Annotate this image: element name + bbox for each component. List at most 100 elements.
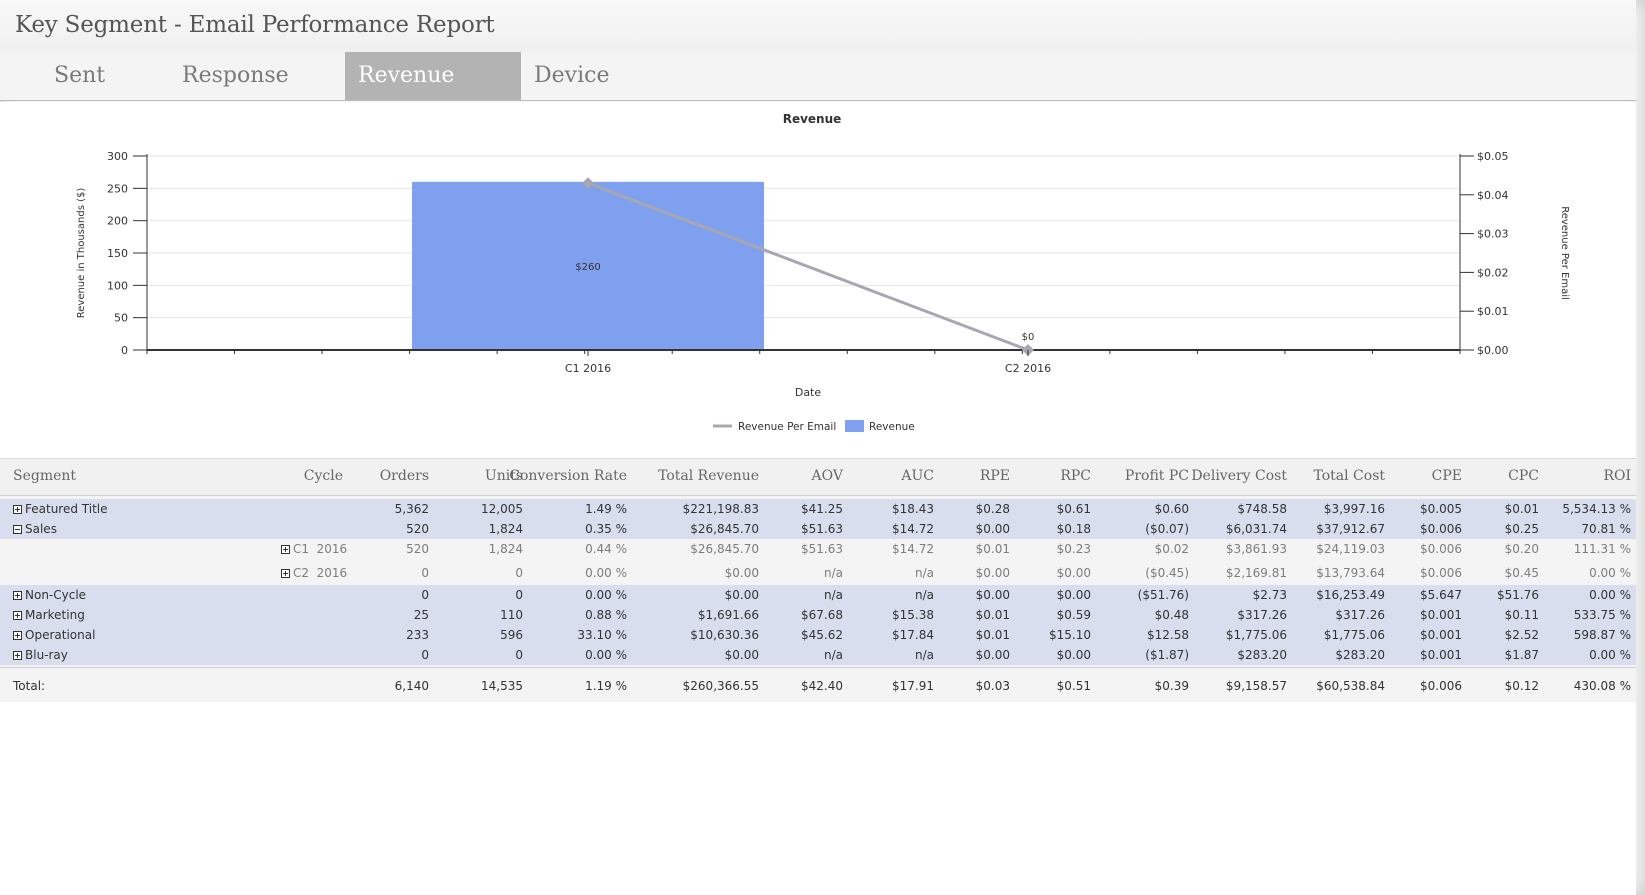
- expand-icon[interactable]: [13, 611, 22, 620]
- expand-icon[interactable]: [281, 569, 290, 578]
- table-cell: 0.00 %: [1589, 648, 1631, 662]
- table-cell: ($1.87): [1145, 648, 1189, 662]
- table-cell: $0.00: [724, 566, 759, 580]
- column-header[interactable]: Cycle: [304, 468, 343, 484]
- table-cell: $0.03: [975, 679, 1010, 693]
- segment-name: Operational: [13, 628, 95, 642]
- y2-tick-label: $0.02: [1477, 266, 1509, 279]
- table-cell: 5,362: [394, 502, 429, 516]
- table-cell: $1,691.66: [697, 608, 759, 622]
- table-cell: $0.01: [1504, 502, 1539, 516]
- table-cell: $13,793.64: [1316, 566, 1385, 580]
- table-cell: $0.00: [975, 648, 1010, 662]
- table-cell: $0.02: [1154, 542, 1189, 556]
- expand-icon[interactable]: [281, 545, 290, 554]
- table-cell: ($0.07): [1145, 522, 1189, 536]
- table-cell: $0.00: [1056, 588, 1091, 602]
- table-cell: $42.40: [801, 679, 843, 693]
- y-tick-label: 300: [107, 150, 128, 163]
- segment-row: Sales 520 1,824 0.35 % $26,845.70 $51.63 $14.7…: [0, 519, 1636, 539]
- column-header[interactable]: Conversion Rate: [509, 468, 627, 484]
- table-cell: 520: [406, 522, 429, 536]
- column-header[interactable]: Orders: [380, 468, 429, 484]
- expand-icon[interactable]: [13, 631, 22, 640]
- title-bar: Key Segment - Email Performance Report: [0, 0, 1636, 52]
- table-cell: $1.87: [1504, 648, 1539, 662]
- table-cell: $51.76: [1497, 588, 1539, 602]
- table-cell: $0.60: [1154, 502, 1189, 516]
- y-axis-title: Revenue in Thousands ($): [76, 188, 87, 319]
- table-cell: $26,845.70: [690, 542, 759, 556]
- tab-bar: Sent Response Revenue Device: [0, 52, 1636, 101]
- column-header[interactable]: AOV: [812, 468, 843, 484]
- column-header[interactable]: Segment: [13, 468, 76, 484]
- table-cell: $0.00: [724, 648, 759, 662]
- column-header[interactable]: ROI: [1603, 468, 1631, 484]
- table-cell: 70.81 %: [1581, 522, 1631, 536]
- table-cell: $0.001: [1420, 608, 1462, 622]
- segment-name: Blu-ray: [13, 648, 68, 662]
- table-cell: $1,775.06: [1225, 628, 1287, 642]
- y-tick-label: 0: [121, 344, 128, 357]
- column-header[interactable]: CPC: [1508, 468, 1539, 484]
- cycle-name: C2 2016: [281, 566, 347, 580]
- table-cell: $6,031.74: [1225, 522, 1287, 536]
- tab-sent[interactable]: Sent: [0, 52, 138, 100]
- table-cell: 233: [406, 628, 429, 642]
- y2-tick-label: $0.03: [1477, 228, 1509, 241]
- column-header[interactable]: AUC: [901, 468, 934, 484]
- total-label: Total:: [13, 679, 46, 693]
- column-header[interactable]: CPE: [1432, 468, 1462, 484]
- expand-icon[interactable]: [13, 651, 22, 660]
- table-cell: 0.00 %: [585, 566, 627, 580]
- table-cell: 0.00 %: [1589, 566, 1631, 580]
- table-cell: $0.00: [975, 522, 1010, 536]
- y-tick-label: 200: [107, 215, 128, 228]
- y2-tick-label: $0.01: [1477, 305, 1509, 318]
- tab-response[interactable]: Response: [138, 52, 345, 100]
- tab-revenue[interactable]: Revenue: [345, 52, 521, 100]
- report-title: Key Segment - Email Performance Report: [15, 12, 495, 38]
- table-cell: $9,158.57: [1225, 679, 1287, 693]
- table-cell: 25: [413, 608, 429, 622]
- table-cell: 0.44 %: [585, 542, 627, 556]
- segment-name: Marketing: [13, 608, 85, 622]
- segment-label: Non-Cycle: [25, 588, 87, 602]
- bar-data-label: $260: [575, 262, 600, 273]
- table-cell: $283.20: [1237, 648, 1287, 662]
- column-header[interactable]: RPE: [980, 468, 1010, 484]
- table-cell: $0.25: [1504, 522, 1539, 536]
- segment-label: Operational: [25, 628, 96, 642]
- table-cell: $0.51: [1056, 679, 1091, 693]
- revenue-chart-svg: Revenue 0 50 100 150 200 250 300 $0.00 $0.01 $0.02…: [76, 112, 1570, 433]
- table-cell: n/a: [914, 648, 934, 662]
- column-header[interactable]: Total Revenue: [658, 468, 759, 484]
- table-cell: $14.72: [892, 542, 934, 556]
- tab-device[interactable]: Device: [521, 52, 671, 100]
- table-cell: $0.00: [975, 566, 1010, 580]
- segment-label: Featured Title: [25, 502, 108, 516]
- table-cell: $0.00: [724, 588, 759, 602]
- column-header[interactable]: Delivery Cost: [1191, 468, 1287, 484]
- column-header[interactable]: Profit PC: [1125, 468, 1189, 484]
- column-header[interactable]: Total Cost: [1313, 468, 1385, 484]
- expand-icon[interactable]: [13, 505, 22, 514]
- table-cell: $2.52: [1504, 628, 1539, 642]
- table-cell: $14.72: [892, 522, 934, 536]
- table-cell: $0.006: [1420, 679, 1462, 693]
- table-cell: 110: [500, 608, 523, 622]
- column-header[interactable]: RPC: [1060, 468, 1091, 484]
- table-cell: n/a: [914, 588, 934, 602]
- table-cell: ($0.45): [1145, 566, 1189, 580]
- table-cell: $37,912.67: [1316, 522, 1385, 536]
- table-cell: $317.26: [1335, 608, 1385, 622]
- table-cell: 0: [421, 588, 429, 602]
- table-cell: 1.19 %: [585, 679, 627, 693]
- table-cell: 1.49 %: [585, 502, 627, 516]
- table-cell: $0.00: [1056, 648, 1091, 662]
- table-cell: 0: [515, 588, 523, 602]
- expand-icon[interactable]: [13, 591, 22, 600]
- x-axis-title: Date: [795, 386, 822, 399]
- y2-tick-label: $0.04: [1477, 189, 1509, 202]
- collapse-icon[interactable]: [13, 525, 22, 534]
